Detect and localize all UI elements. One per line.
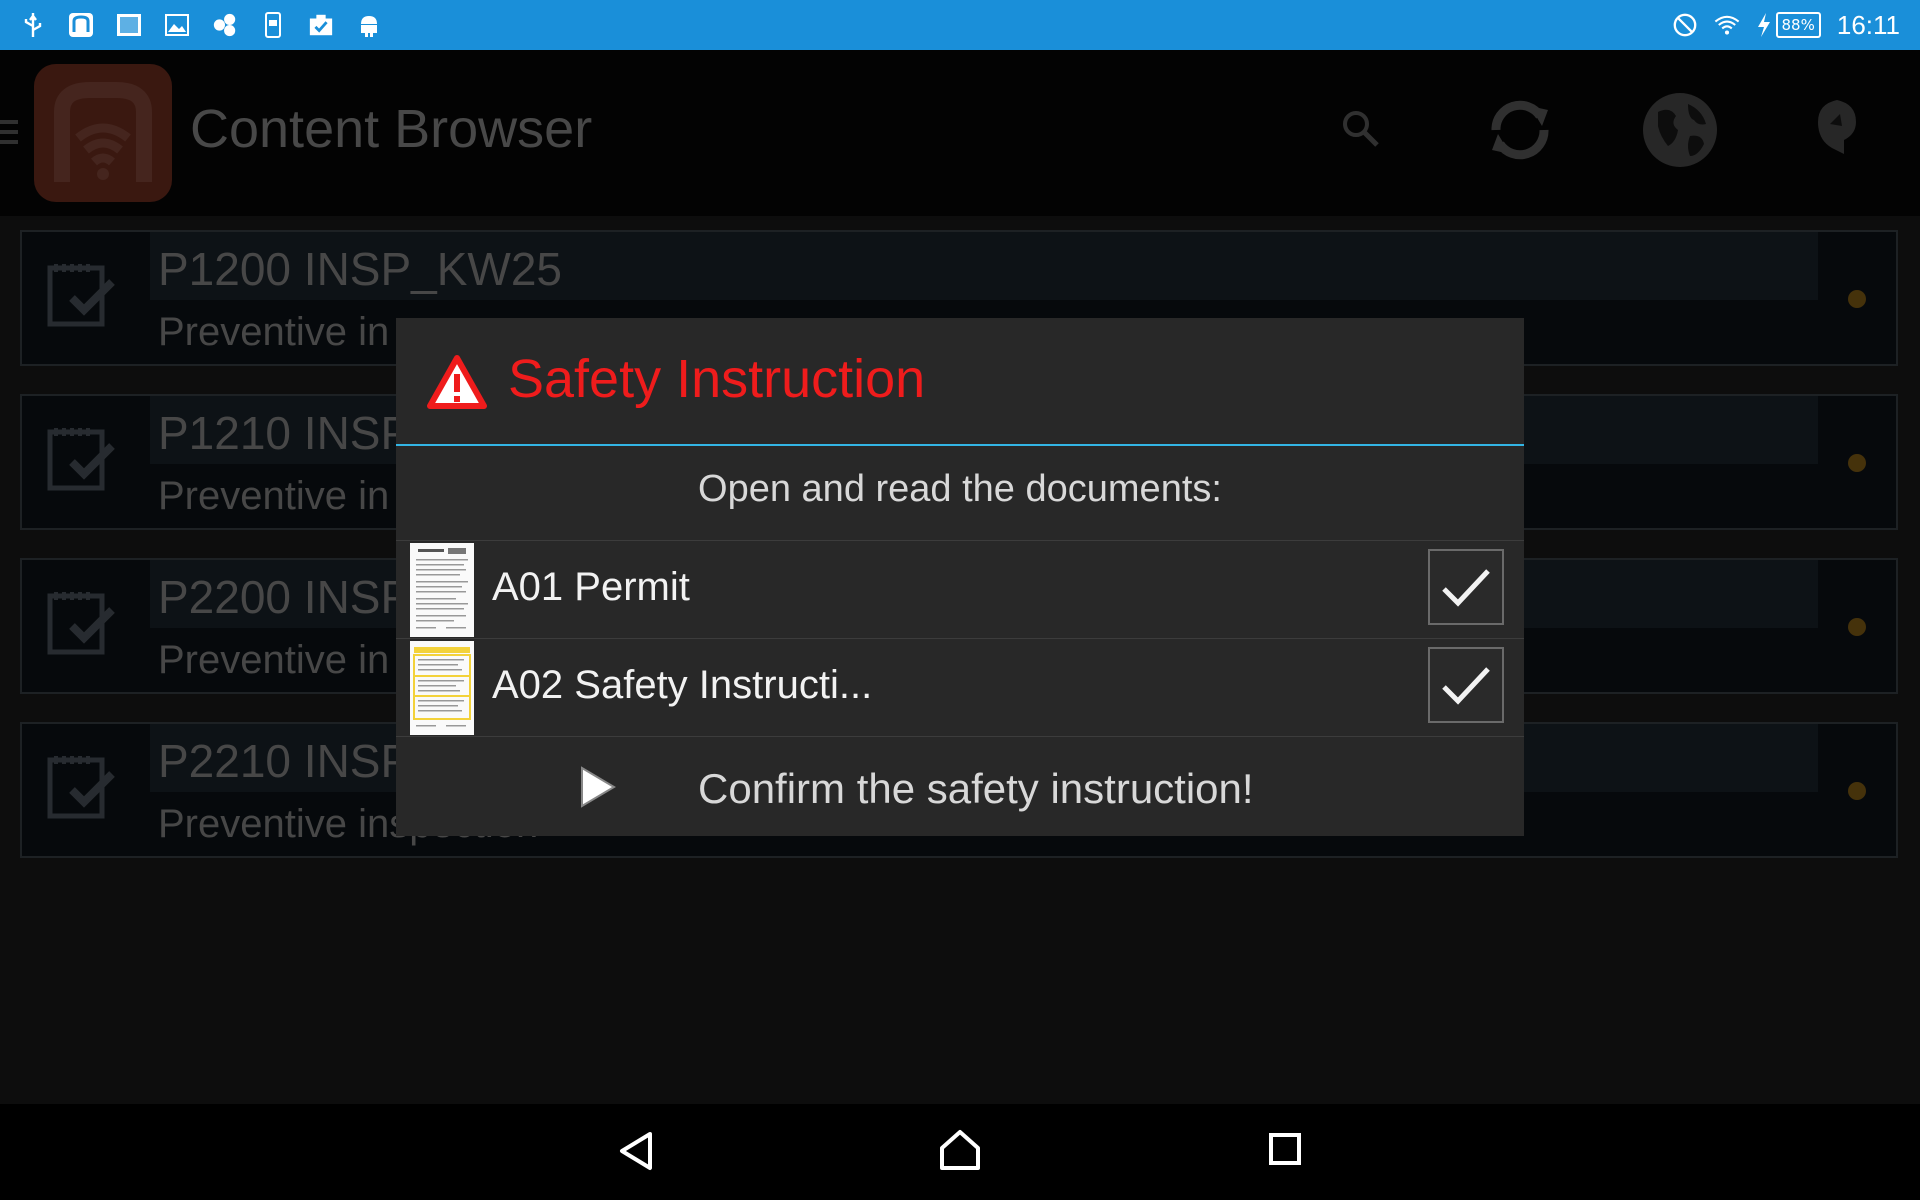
safety-instruction-dialog: Safety Instruction Open and read the doc… [396,318,1524,836]
cluster-icon [212,12,238,38]
battery-indicator: 88% [1756,12,1821,38]
recents-icon[interactable] [1268,1132,1302,1170]
device-icon [260,12,286,38]
confirm-label: Confirm the safety instruction! [698,765,1254,812]
dialog-header: Safety Instruction [396,318,1524,444]
confirm-button[interactable]: Confirm the safety instruction! [396,736,1524,837]
image-icon [164,12,190,38]
document-thumbnail [410,641,474,735]
document-checkbox[interactable] [1428,549,1504,625]
app-notification-icon [68,12,94,38]
dialog-message: Open and read the documents: [698,468,1222,510]
charging-icon [1757,13,1770,37]
navigation-bar [0,1104,1920,1200]
screenshot-icon [116,12,142,38]
dialog-title: Safety Instruction [508,349,926,409]
document-label: A02 Safety Instructi... [492,663,873,707]
wifi-icon [1714,12,1740,38]
android-icon [356,12,382,38]
notification-icons [20,0,382,50]
do-not-disturb-icon [1672,12,1698,38]
battery-level: 88% [1775,12,1821,38]
clock: 16:11 [1836,9,1900,40]
document-row[interactable]: A02 Safety Instructi... [396,638,1524,735]
document-label: A01 Permit [492,565,690,609]
system-status: 88% 16:11 [1672,0,1900,50]
checklist-icon [308,12,334,38]
document-row[interactable]: A01 Permit [396,540,1524,637]
document-checkbox[interactable] [1428,647,1504,723]
checkmark-icon [1442,569,1490,607]
play-icon [578,765,618,813]
status-bar: 88% 16:11 [0,0,1920,50]
checkmark-icon [1442,667,1490,705]
usb-icon [20,12,46,38]
document-thumbnail [410,543,474,637]
home-icon[interactable] [938,1128,982,1176]
back-icon[interactable] [618,1130,654,1176]
dialog-divider [396,444,1524,446]
warning-icon [426,354,488,410]
